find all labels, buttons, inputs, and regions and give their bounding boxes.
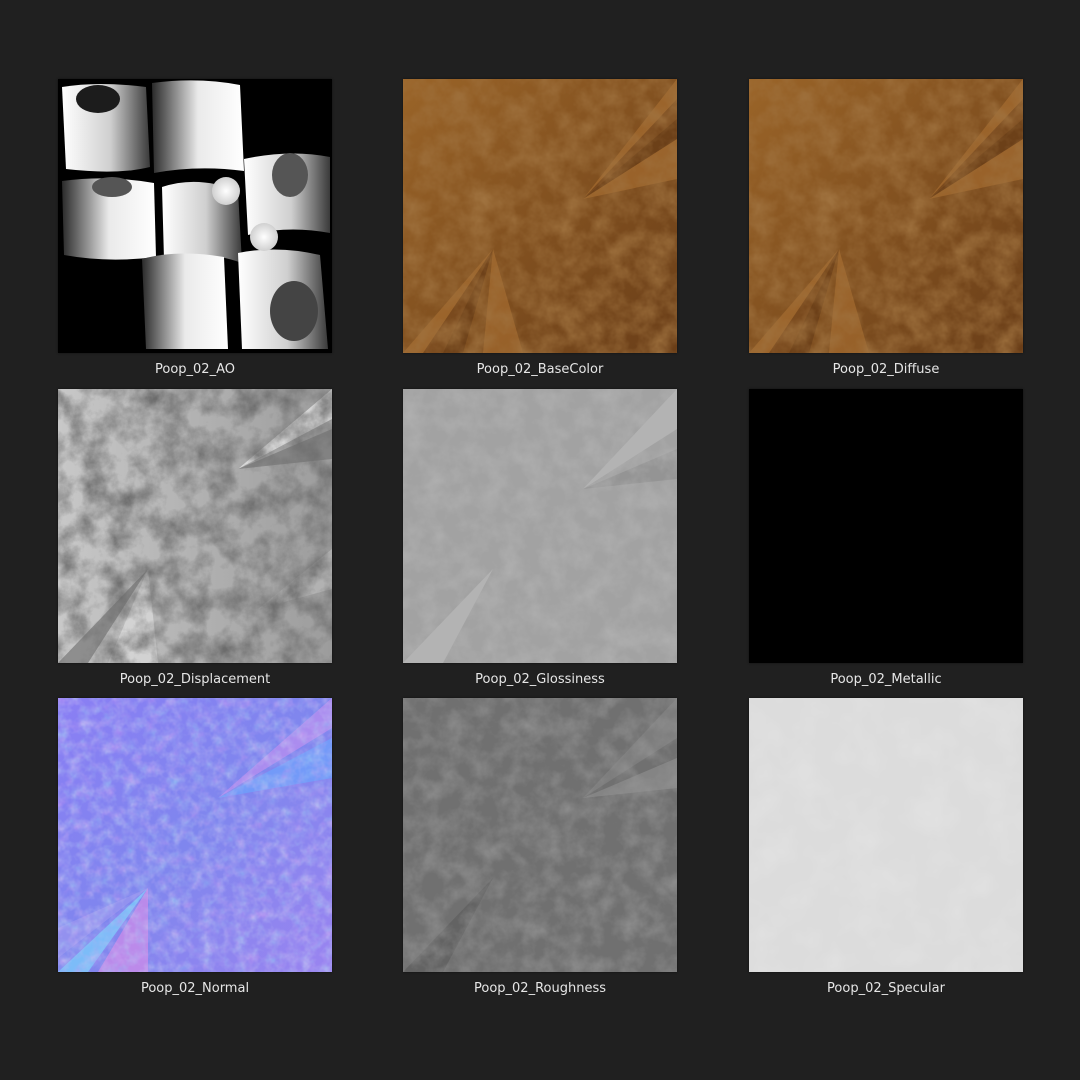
base-color-map-thumbnail[interactable] — [403, 79, 677, 353]
ao-map-thumbnail[interactable] — [58, 79, 332, 353]
texture-grid: Poop_02_AO Poop_02_BaseColor Poop_02_Dif… — [0, 0, 1080, 1080]
tile-ao[interactable]: Poop_02_AO — [58, 79, 332, 377]
displacement-map-thumbnail[interactable] — [58, 389, 332, 663]
tile-label: Poop_02_Specular — [827, 981, 945, 996]
tile-label: Poop_02_Diffuse — [832, 362, 940, 377]
tile-label: Poop_02_Normal — [140, 981, 250, 996]
tile-label: Poop_02_Roughness — [474, 981, 606, 996]
normal-map-thumbnail[interactable] — [58, 698, 332, 972]
tile-label: Poop_02_Glossiness — [475, 672, 605, 687]
tile-diffuse[interactable]: Poop_02_Diffuse — [749, 79, 1023, 377]
tile-label: Poop_02_Metallic — [830, 672, 942, 687]
tile-specular[interactable]: Poop_02_Specular — [749, 698, 1023, 996]
tile-base-color[interactable]: Poop_02_BaseColor — [403, 79, 677, 377]
tile-normal[interactable]: Poop_02_Normal — [58, 698, 332, 996]
tile-metallic[interactable]: Poop_02_Metallic — [749, 389, 1023, 687]
glossiness-map-thumbnail[interactable] — [403, 389, 677, 663]
tile-glossiness[interactable]: Poop_02_Glossiness — [403, 389, 677, 687]
diffuse-map-thumbnail[interactable] — [749, 79, 1023, 353]
metallic-map-thumbnail[interactable] — [749, 389, 1023, 663]
tile-label: Poop_02_BaseColor — [476, 362, 604, 377]
tile-displacement[interactable]: Poop_02_Displacement — [58, 389, 332, 687]
tile-label: Poop_02_Displacement — [119, 672, 271, 687]
roughness-map-thumbnail[interactable] — [403, 698, 677, 972]
tile-roughness[interactable]: Poop_02_Roughness — [403, 698, 677, 996]
specular-map-thumbnail[interactable] — [749, 698, 1023, 972]
tile-label: Poop_02_AO — [155, 362, 235, 377]
